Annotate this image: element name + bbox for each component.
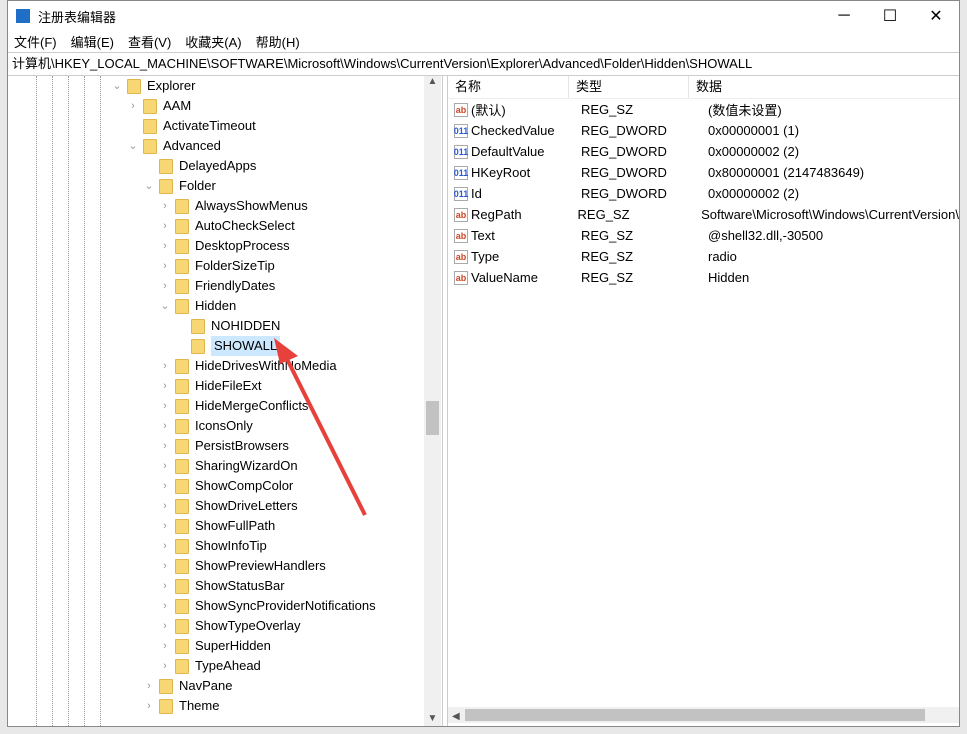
annotation-arrow bbox=[274, 338, 367, 516]
